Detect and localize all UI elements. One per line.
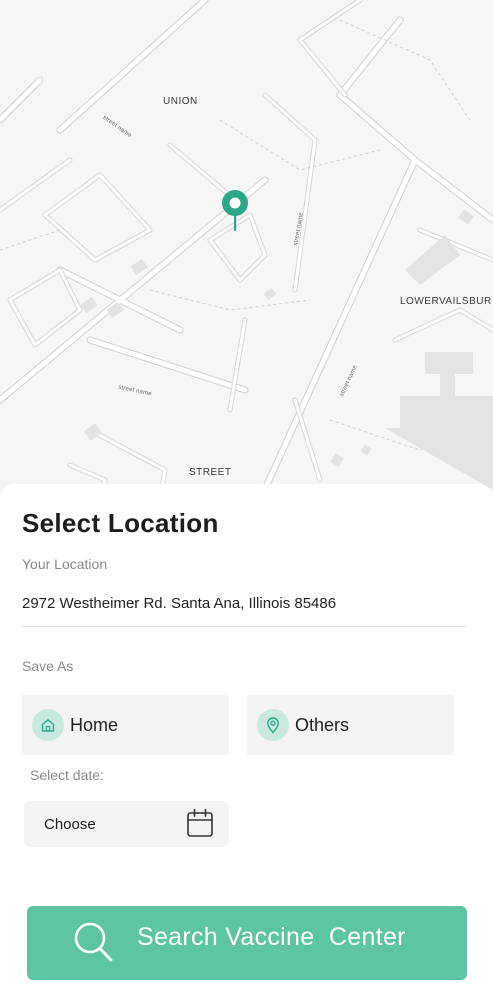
home-label: Home [70, 714, 119, 735]
save-as-home-button[interactable]: Home [22, 695, 229, 755]
map-view[interactable]: UNION LOWERVAILSBUR STREET street name s… [0, 0, 493, 500]
map-label-street: STREET [189, 467, 232, 478]
select-date-label: Select date: [30, 767, 104, 783]
divider [22, 626, 466, 627]
calendar-icon [187, 808, 213, 837]
location-pin-icon [257, 709, 289, 741]
map-streets [0, 0, 493, 500]
location-pin-icon[interactable] [220, 189, 250, 233]
your-location-label: Your Location [22, 556, 108, 572]
search-icon [74, 922, 113, 962]
date-value: Choose [44, 815, 96, 833]
map-label-union: UNION [163, 96, 198, 107]
save-as-label: Save As [22, 658, 74, 674]
search-vaccine-center-button[interactable]: Search Vaccine Center [27, 906, 467, 980]
date-picker[interactable]: Choose [24, 801, 229, 847]
search-button-label: Search Vaccine Center [137, 923, 406, 951]
others-label: Others [295, 714, 350, 735]
address-field[interactable]: 2972 Westheimer Rd. Santa Ana, Illinois … [22, 595, 336, 612]
page-title: Select Location [22, 508, 219, 538]
home-icon [32, 709, 64, 741]
map-label-lowervailsburg: LOWERVAILSBUR [400, 296, 492, 307]
save-as-others-button[interactable]: Others [247, 695, 454, 755]
